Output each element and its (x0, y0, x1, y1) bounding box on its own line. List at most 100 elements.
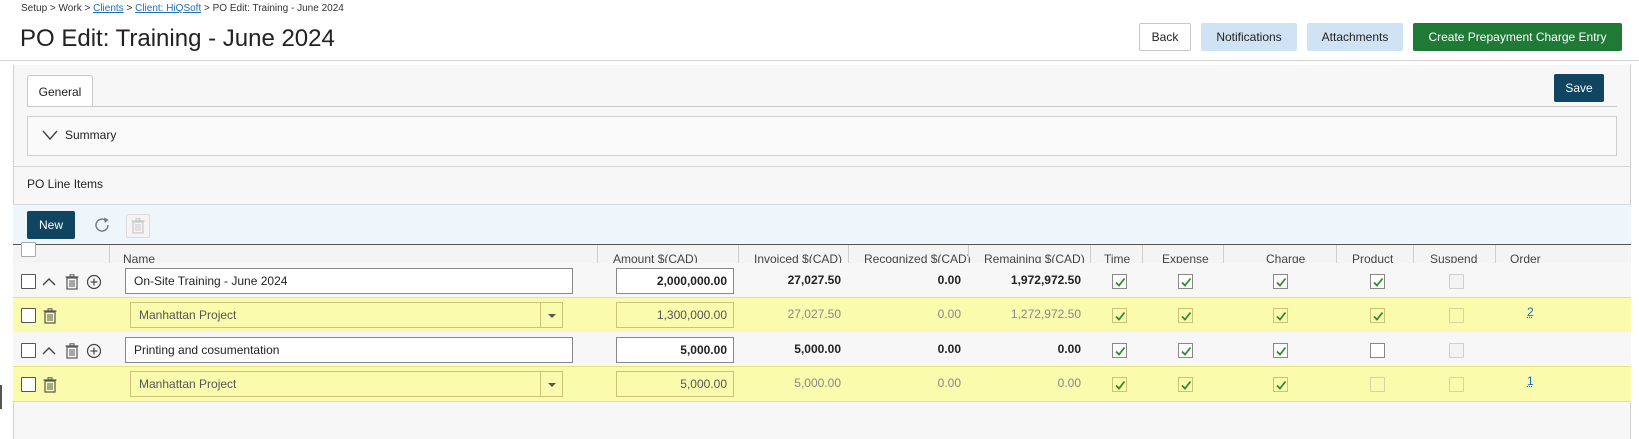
breadcrumb-sep: > (204, 3, 210, 14)
caret-down-icon[interactable] (540, 372, 562, 396)
plus-circle-icon[interactable] (86, 343, 102, 359)
breadcrumb-setup: Setup (21, 3, 48, 14)
charge-checkbox[interactable] (1273, 343, 1288, 358)
back-button[interactable]: Back (1139, 23, 1191, 51)
breadcrumb: Setup > Work > Clients > Client: HiQSoft… (21, 3, 344, 14)
invoiced-value: 27,027.50 (787, 307, 841, 321)
recognized-value: 0.00 (937, 376, 961, 390)
product-checkbox[interactable] (1370, 343, 1385, 358)
breadcrumb-sep: > (84, 3, 91, 14)
expense-checkbox[interactable] (1178, 377, 1193, 392)
check-icon (1276, 277, 1287, 287)
invoiced-value: 5,000.00 (794, 376, 841, 390)
product-checkbox[interactable] (1370, 308, 1385, 323)
save-button[interactable]: Save (1554, 74, 1604, 102)
breadcrumb-clients-link[interactable]: Clients (93, 3, 124, 14)
suspend-checkbox[interactable] (1449, 274, 1464, 289)
header-divider (0, 60, 1639, 61)
chevron-up-icon[interactable] (41, 343, 57, 359)
product-checkbox[interactable] (1370, 274, 1385, 289)
grid-toolbar (13, 204, 1631, 244)
plus-circle-icon[interactable] (86, 274, 102, 290)
remaining-value: 0.00 (1057, 376, 1081, 390)
tab-general[interactable]: General (27, 75, 93, 107)
summary-label[interactable]: Summary (65, 128, 116, 142)
attachments-button[interactable]: Attachments (1307, 23, 1403, 51)
breadcrumb-current: PO Edit: Training - June 2024 (212, 3, 344, 14)
check-icon (1373, 311, 1384, 321)
row-select-checkbox[interactable] (21, 377, 36, 392)
recognized-value: 0.00 (937, 273, 961, 287)
caret-down-icon[interactable] (540, 303, 562, 327)
product-checkbox[interactable] (1370, 377, 1385, 392)
project-select-value: Manhattan Project (139, 308, 237, 322)
create-prepayment-charge-entry-button[interactable]: Create Prepayment Charge Entry (1413, 23, 1622, 51)
suspend-checkbox[interactable] (1449, 343, 1464, 358)
row-select-checkbox[interactable] (21, 274, 36, 289)
time-checkbox[interactable] (1112, 343, 1127, 358)
check-icon (1181, 311, 1192, 321)
amount-input[interactable]: 5,000.00 (616, 337, 734, 363)
trash-icon (131, 218, 145, 234)
check-icon (1181, 277, 1192, 287)
summary-section[interactable] (27, 116, 1617, 156)
breadcrumb-sep: > (49, 3, 56, 14)
chevron-down-icon[interactable] (42, 129, 58, 141)
time-checkbox[interactable] (1112, 308, 1127, 323)
recognized-value: 0.00 (937, 307, 961, 321)
charge-checkbox[interactable] (1273, 308, 1288, 323)
check-icon (1181, 346, 1192, 356)
expense-checkbox[interactable] (1178, 274, 1193, 289)
po-section-divider (13, 166, 1631, 167)
amount-input[interactable]: 2,000,000.00 (616, 268, 734, 294)
notifications-button[interactable]: Notifications (1201, 23, 1297, 51)
charge-checkbox[interactable] (1273, 274, 1288, 289)
expense-checkbox[interactable] (1178, 343, 1193, 358)
amount-input[interactable]: 5,000.00 (616, 371, 734, 397)
suspend-checkbox[interactable] (1449, 308, 1464, 323)
remaining-value: 0.00 (1057, 342, 1081, 356)
page-title: PO Edit: Training - June 2024 (20, 25, 335, 52)
check-icon (1115, 311, 1126, 321)
invoiced-value: 27,027.50 (787, 273, 841, 287)
check-icon (1115, 380, 1126, 390)
order-link[interactable]: 2 (1527, 305, 1534, 319)
suspend-checkbox[interactable] (1449, 377, 1464, 392)
trash-icon[interactable] (64, 343, 80, 359)
select-all-checkbox[interactable] (21, 242, 36, 257)
refresh-icon[interactable] (92, 215, 112, 235)
line-item-name-input[interactable]: On-Site Training - June 2024 (125, 268, 573, 294)
charge-checkbox[interactable] (1273, 377, 1288, 392)
trash-icon[interactable] (42, 377, 58, 393)
project-select-value: Manhattan Project (139, 377, 237, 391)
check-icon (1276, 311, 1287, 321)
po-line-items-heading: PO Line Items (27, 177, 104, 191)
amount-input[interactable]: 1,300,000.00 (616, 302, 734, 328)
chevron-up-icon[interactable] (41, 274, 57, 290)
check-icon (1276, 380, 1287, 390)
line-item-name-input[interactable]: Printing and cosumentation (125, 337, 573, 363)
remaining-value: 1,972,972.50 (1010, 273, 1081, 287)
project-select[interactable]: Manhattan Project (130, 302, 563, 328)
delete-selected-button[interactable] (126, 214, 150, 238)
remaining-value: 1,272,972.50 (1010, 307, 1081, 321)
trash-icon[interactable] (42, 308, 58, 324)
check-icon (1181, 380, 1192, 390)
row-select-checkbox[interactable] (21, 308, 36, 323)
row-select-checkbox[interactable] (21, 343, 36, 358)
tab-divider (27, 106, 1617, 107)
project-select[interactable]: Manhattan Project (130, 371, 563, 397)
check-icon (1115, 346, 1126, 356)
expense-checkbox[interactable] (1178, 308, 1193, 323)
left-edge-marker (0, 385, 2, 409)
recognized-value: 0.00 (937, 342, 961, 356)
new-button[interactable]: New (27, 211, 75, 239)
breadcrumb-sep: > (126, 3, 133, 14)
check-icon (1115, 277, 1126, 287)
time-checkbox[interactable] (1112, 274, 1127, 289)
breadcrumb-client-link[interactable]: Client: HiQSoft (135, 3, 201, 14)
trash-icon[interactable] (64, 274, 80, 290)
time-checkbox[interactable] (1112, 377, 1127, 392)
order-link[interactable]: 1 (1527, 374, 1534, 388)
check-icon (1276, 346, 1287, 356)
